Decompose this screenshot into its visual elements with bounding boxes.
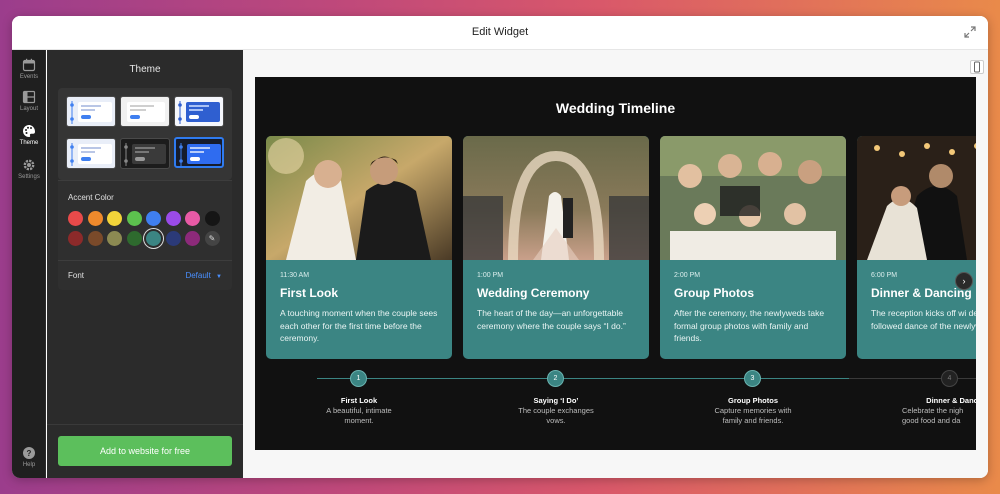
event-photo xyxy=(857,136,976,260)
theme-option-2[interactable] xyxy=(120,96,170,127)
edit-widget-window: Edit Widget Events Layout Theme Settings… xyxy=(12,16,988,478)
accent-swatch[interactable] xyxy=(204,211,220,226)
theme-grid xyxy=(58,88,232,180)
theme-option-3[interactable] xyxy=(174,96,224,127)
calendar-icon xyxy=(22,58,36,72)
nav-layout[interactable]: Layout xyxy=(12,90,46,112)
accent-swatch[interactable] xyxy=(165,211,181,226)
timeline-step-1[interactable]: 1 xyxy=(350,370,367,387)
next-slide-button[interactable]: › xyxy=(955,272,973,290)
accent-swatch[interactable] xyxy=(126,231,142,246)
theme-option-6[interactable] xyxy=(174,137,224,168)
event-title: Wedding Ceremony xyxy=(477,286,590,300)
nav-theme-label: Theme xyxy=(19,140,39,146)
accent-color-label: Accent Color xyxy=(68,193,114,202)
event-title: Dinner & Dancing xyxy=(871,286,972,300)
theme-panel: Theme Accent Color ✎ Font Default ▼ Add … xyxy=(47,50,243,478)
icon-sidebar: Events Layout Theme Settings ? Help xyxy=(12,50,46,478)
eyedropper-icon[interactable]: ✎ xyxy=(204,231,220,246)
timeline-widget: Wedding Timeline 11:30 AM First Look A t… xyxy=(255,77,976,450)
timeline-step-3[interactable]: 3 xyxy=(744,370,761,387)
caret-down-icon: ▼ xyxy=(216,274,222,280)
accent-swatch[interactable] xyxy=(165,231,181,246)
event-card-group-photos[interactable]: 2:00 PM Group Photos After the ceremony,… xyxy=(660,136,846,359)
expand-icon[interactable] xyxy=(962,25,978,41)
event-time: 2:00 PM xyxy=(674,272,701,279)
event-description: After the ceremony, the newlyweds take f… xyxy=(674,308,825,343)
event-card-dinner[interactable]: 6:00 PM Dinner & Dancing The reception k… xyxy=(857,136,976,359)
theme-option-5[interactable] xyxy=(120,138,170,169)
preview-canvas: Wedding Timeline 11:30 AM First Look A t… xyxy=(243,50,988,478)
accent-swatch[interactable] xyxy=(68,211,83,226)
window-title: Edit Widget xyxy=(471,26,529,38)
nav-layout-label: Layout xyxy=(19,106,38,112)
chevron-right-icon: › xyxy=(962,276,966,286)
nav-settings-label: Settings xyxy=(18,174,40,180)
timeline-label-1: First Look A beautiful, intimate moment. xyxy=(326,396,392,425)
font-select[interactable]: Default ▼ xyxy=(185,271,222,280)
nav-events[interactable]: Events xyxy=(12,58,46,80)
titlebar: Edit Widget xyxy=(12,16,988,50)
accent-swatch[interactable] xyxy=(87,211,103,226)
gear-icon xyxy=(23,159,35,171)
event-photo xyxy=(463,136,649,260)
event-time: 6:00 PM xyxy=(871,272,898,279)
event-photo xyxy=(660,136,846,260)
theme-option-1[interactable] xyxy=(66,96,116,127)
nav-settings[interactable]: Settings xyxy=(12,158,46,180)
panel-title: Theme xyxy=(129,64,161,75)
accent-swatch[interactable] xyxy=(146,211,161,226)
timeline-label-2: Saying ‘I Do’ The couple exchanges vows. xyxy=(518,396,594,425)
font-label: Font xyxy=(68,271,85,280)
nav-help-label: Help xyxy=(22,462,36,468)
font-section: Font Default ▼ xyxy=(58,260,232,290)
help-icon: ? xyxy=(23,447,35,459)
accent-swatch[interactable] xyxy=(87,231,103,246)
event-title: First Look xyxy=(280,286,339,300)
widget-title: Wedding Timeline xyxy=(555,100,676,116)
accent-swatch[interactable] xyxy=(146,231,161,246)
accent-swatch[interactable] xyxy=(107,211,122,226)
event-card-ceremony[interactable]: 1:00 PM Wedding Ceremony The heart of th… xyxy=(463,136,649,359)
nav-events-label: Events xyxy=(19,74,39,80)
event-description: The reception kicks off wi delicious din… xyxy=(871,308,976,331)
accent-swatch[interactable] xyxy=(185,211,200,226)
event-title: Group Photos xyxy=(674,286,754,300)
panel-divider xyxy=(47,424,243,425)
event-card-first-look[interactable]: 11:30 AM First Look A touching moment wh… xyxy=(266,136,452,359)
accent-swatch[interactable] xyxy=(107,231,122,246)
svg-text:?: ? xyxy=(27,449,32,458)
event-description: A touching moment when the couple sees e… xyxy=(280,308,438,343)
timeline-label-3: Group Photos Capture memories with famil… xyxy=(714,396,792,425)
palette-icon xyxy=(23,125,35,137)
timeline-step-2[interactable]: 2 xyxy=(547,370,564,387)
theme-option-4[interactable] xyxy=(66,138,116,169)
layout-icon xyxy=(22,90,36,104)
event-photo xyxy=(266,136,452,260)
accent-swatch[interactable] xyxy=(126,211,142,226)
accent-swatch[interactable] xyxy=(185,231,200,246)
font-select-value: Default xyxy=(185,271,211,280)
timeline-progress-line xyxy=(317,378,849,379)
timeline-label-4: Dinner & Danc Celebrate the nigh good fo… xyxy=(902,396,976,425)
timeline-step-4[interactable]: 4 xyxy=(941,370,958,387)
accent-color-section: Accent Color ✎ xyxy=(58,180,232,260)
mobile-preview-icon[interactable] xyxy=(970,60,984,74)
nav-help[interactable]: ? Help xyxy=(12,446,46,468)
event-description: The heart of the day—an unforgettable ce… xyxy=(477,308,626,331)
nav-theme[interactable]: Theme xyxy=(12,124,46,146)
event-time: 11:30 AM xyxy=(280,272,310,279)
add-to-website-button[interactable]: Add to website for free xyxy=(58,436,232,466)
accent-swatch[interactable] xyxy=(68,231,83,246)
event-time: 1:00 PM xyxy=(477,272,504,279)
